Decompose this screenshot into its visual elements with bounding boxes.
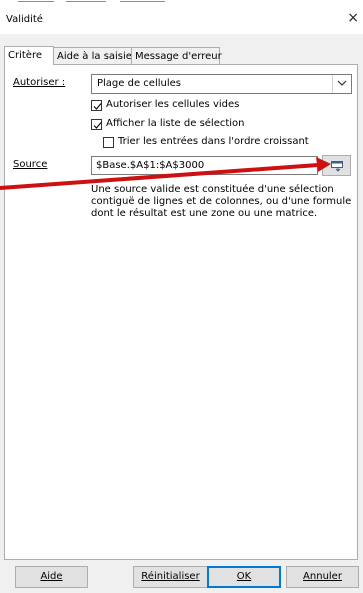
tab-critere[interactable]: Critère (4, 46, 54, 65)
annotation-arrow (0, 157, 331, 190)
